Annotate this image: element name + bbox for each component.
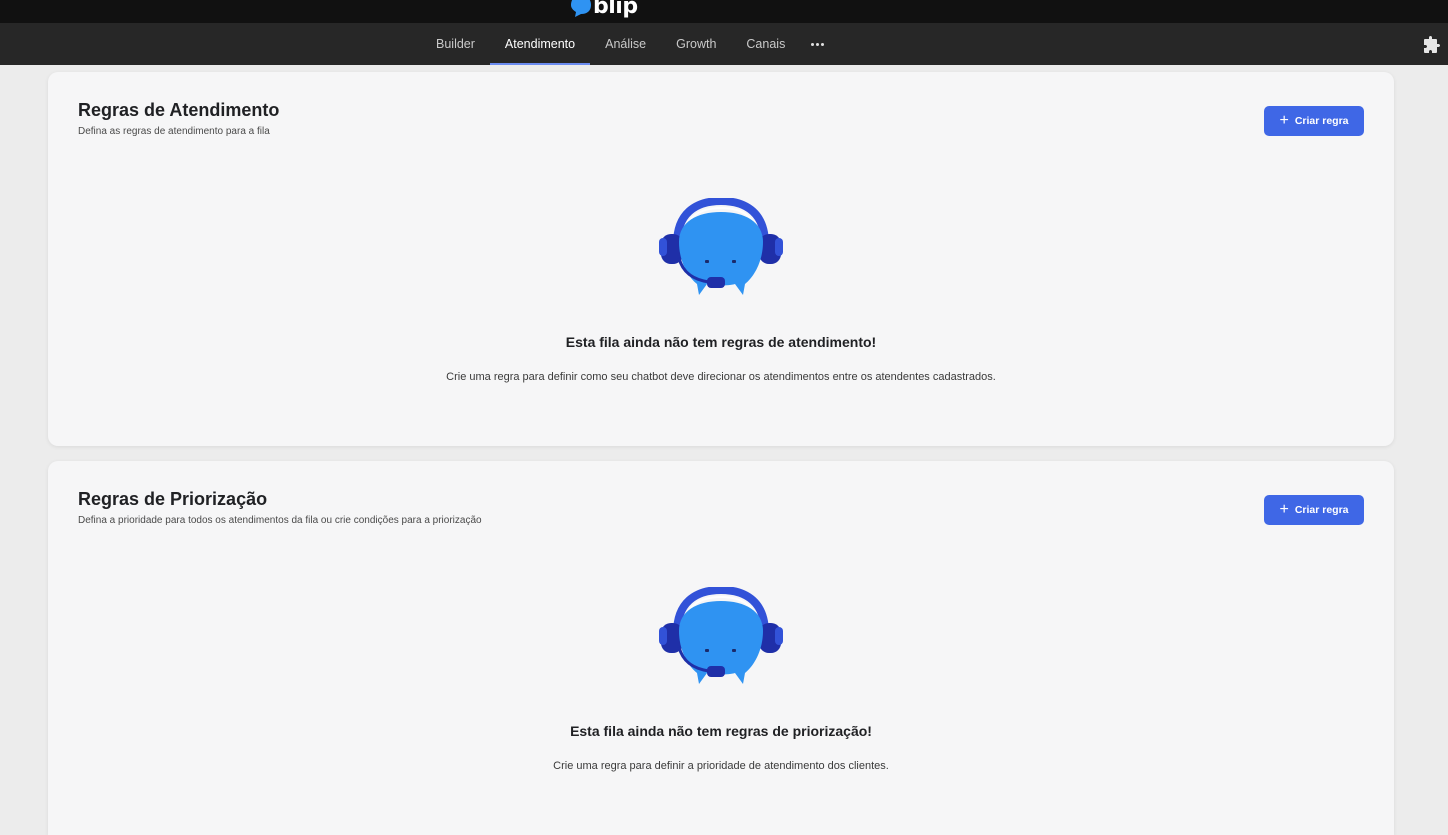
section-subtitle: Defina a prioridade para todos os atendi… bbox=[78, 515, 482, 526]
tab-canais[interactable]: Canais bbox=[731, 23, 800, 65]
create-rule-button[interactable]: + Criar regra bbox=[1264, 495, 1364, 525]
rules-priority-card: Regras de Priorização Defina a prioridad… bbox=[48, 461, 1394, 835]
empty-state-description: Crie uma regra para definir como seu cha… bbox=[446, 371, 996, 383]
main-navbar: Builder Atendimento Análise Growth Canai… bbox=[0, 23, 1448, 65]
section-subtitle: Defina as regras de atendimento para a f… bbox=[78, 126, 270, 137]
more-horizontal-icon[interactable] bbox=[800, 23, 835, 65]
tab-growth[interactable]: Growth bbox=[661, 23, 731, 65]
button-label: Criar regra bbox=[1294, 504, 1349, 516]
tab-analise[interactable]: Análise bbox=[590, 23, 661, 65]
tab-builder[interactable]: Builder bbox=[421, 23, 490, 65]
empty-state-description: Crie uma regra para definir a prioridade… bbox=[553, 760, 889, 772]
plus-icon: + bbox=[1279, 500, 1289, 518]
button-label: Criar regra bbox=[1294, 115, 1349, 127]
tab-atendimento[interactable]: Atendimento bbox=[489, 23, 591, 65]
create-rule-button[interactable]: + Criar regra bbox=[1264, 106, 1364, 136]
blip-logo[interactable]: blip bbox=[571, 0, 638, 20]
empty-state-title: Esta fila ainda não tem regras de atendi… bbox=[565, 334, 877, 350]
blip-bubble-icon bbox=[571, 0, 591, 17]
section-title: Regras de Priorização bbox=[78, 489, 268, 509]
puzzle-icon[interactable] bbox=[1422, 36, 1440, 54]
plus-icon: + bbox=[1279, 111, 1289, 129]
empty-state-title: Esta fila ainda não tem regras de priori… bbox=[570, 723, 872, 739]
section-title: Regras de Atendimento bbox=[78, 100, 280, 120]
rules-attendance-card: Regras de Atendimento Defina as regras d… bbox=[48, 72, 1394, 446]
brand-name: blip bbox=[593, 0, 638, 19]
nav-tabs: Builder Atendimento Análise Growth Canai… bbox=[421, 23, 835, 65]
blip-mascot-headset-icon bbox=[659, 587, 783, 684]
top-bar: blip bbox=[0, 0, 1448, 23]
blip-mascot-headset-icon bbox=[659, 198, 783, 295]
